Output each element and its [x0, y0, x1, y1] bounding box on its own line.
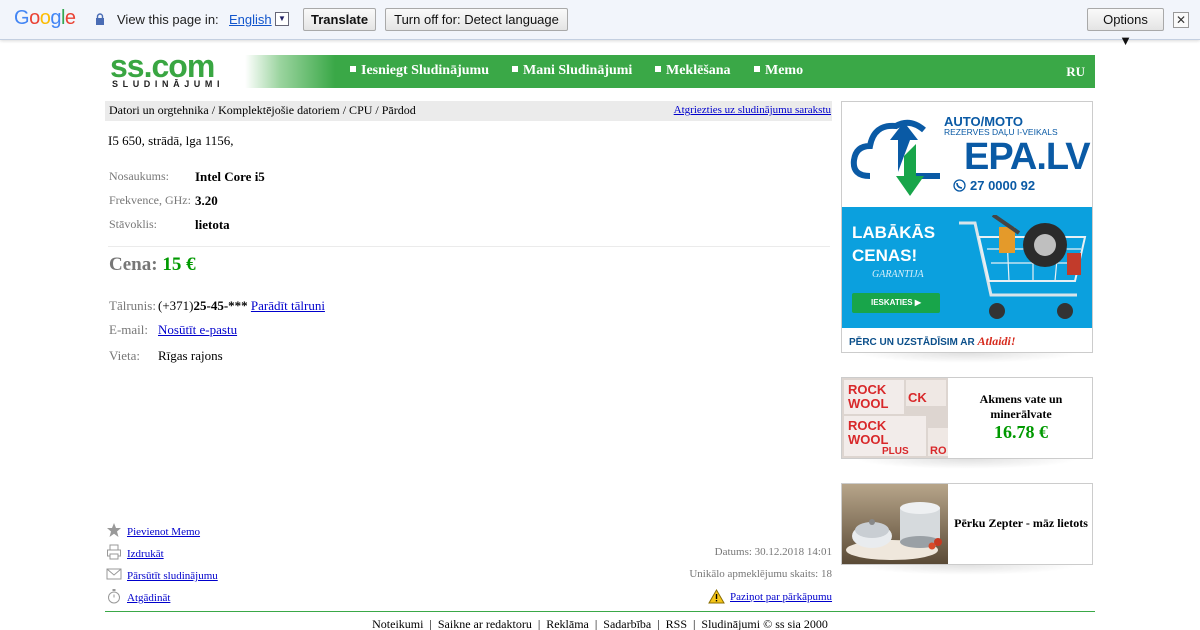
rockwool-title[interactable]: Akmens vate un minerālvate: [950, 392, 1092, 422]
view-count: Unikālo apmeklējumu skaits: 18: [689, 568, 832, 580]
rockwool-ad[interactable]: ROCK WOOL CK ROCK WOOL PLUS RO Akmens va…: [841, 377, 1093, 459]
turn-off-button[interactable]: Turn off for: Detect language: [385, 8, 568, 31]
rockwool-image: ROCK WOOL CK ROCK WOOL PLUS RO: [842, 378, 948, 458]
google-logo: Google: [14, 7, 76, 29]
ad-headline: LABĀKĀS CENAS!: [852, 223, 936, 265]
separator: [108, 246, 830, 247]
svg-text:PLUS: PLUS: [882, 446, 909, 457]
option-value: 3.20: [195, 193, 218, 208]
listing-description: I5 650, strādā, lga 1156,: [108, 133, 234, 148]
svg-text:RO: RO: [930, 445, 947, 457]
send-email-link[interactable]: Nosūtīt e-pastu: [158, 322, 237, 338]
main-menu: Iesniegt Sludinājumu Mani Sludinājumi Me…: [245, 55, 1095, 88]
show-phone-link[interactable]: Parādīt tālruni: [251, 298, 325, 313]
language-dropdown-icon[interactable]: ▼: [275, 12, 289, 26]
view-page-text: View this page in:: [117, 12, 219, 27]
option-label: Nosaukums:: [109, 169, 169, 183]
menu-my-ads[interactable]: Mani Sludinājumi: [512, 63, 632, 79]
price-value: 15 €: [162, 254, 196, 275]
ad-shadow: [855, 459, 1079, 469]
ad-shadow: [855, 565, 1079, 575]
footer-divider: [105, 611, 1095, 612]
price-label: Cena:: [109, 254, 158, 275]
close-icon[interactable]: ✕: [1173, 12, 1189, 28]
square-bullet-icon: [754, 66, 760, 73]
language-link[interactable]: English: [229, 12, 272, 27]
menu-submit-ad[interactable]: Iesniegt Sludinājumu: [350, 63, 489, 79]
site-logo[interactable]: ss.com SLUDINĀJUMI: [108, 48, 243, 92]
option-value: lietota: [195, 217, 230, 232]
price: Cena: 15 €: [109, 254, 196, 276]
star-icon: [107, 523, 121, 537]
square-bullet-icon: [512, 66, 518, 73]
cloud-arrows-logo-icon: [850, 119, 940, 196]
stopwatch-icon: [108, 589, 120, 604]
post-date: Datums: 30.12.2018 14:01: [714, 546, 832, 558]
option-value: Intel Core i5: [195, 169, 265, 184]
ad-brand: EPA.LV: [964, 136, 1091, 178]
menu-memo[interactable]: Memo: [754, 63, 803, 79]
options-button[interactable]: Options ▼: [1087, 8, 1164, 48]
language-switch-ru[interactable]: RU: [1066, 64, 1085, 80]
ad-shadow: [855, 353, 1079, 363]
svg-text:ROCK: ROCK: [848, 382, 887, 397]
phone-value: (+371)25-45-*** Parādīt tālruni: [158, 298, 325, 313]
svg-text:WOOL: WOOL: [848, 432, 888, 447]
epa-banner-ad[interactable]: AUTO/MOTO REZERVES DAĻU I-VEIKALS EPA.LV…: [841, 101, 1093, 353]
report-link[interactable]: Paziņot par pārkāpumu: [730, 591, 832, 603]
breadcrumb: Datori un orgtehnika / Komplektējošie da…: [105, 101, 832, 121]
add-memo-link[interactable]: Pievienot Memo: [127, 526, 200, 538]
remind-link[interactable]: Atgādināt: [127, 592, 170, 604]
banner-middle: LABĀKĀS CENAS! GARANTIJA IESKATIES ▶: [842, 207, 1092, 328]
printer-icon: [107, 544, 121, 560]
footer-links[interactable]: Noteikumi | Saikne ar redaktoru | Reklām…: [0, 617, 1200, 630]
zepter-ad[interactable]: Pērku Zepter - māz lietots: [841, 483, 1093, 565]
warning-icon: [708, 589, 725, 604]
banner-bottom: PĒRC UN UZSTĀDĪSIM AR Atlaidi!: [842, 328, 1092, 352]
email-label: E-mail:: [109, 322, 148, 337]
menu-search[interactable]: Meklēšana: [655, 63, 731, 79]
zepter-image: [842, 484, 948, 564]
svg-text:CK: CK: [908, 390, 927, 405]
option-label: Frekvence, GHz:: [109, 193, 191, 207]
svg-text:ROCK: ROCK: [848, 418, 887, 433]
zepter-title[interactable]: Pērku Zepter - māz lietots: [950, 516, 1092, 531]
square-bullet-icon: [655, 66, 661, 73]
phone-icon: [953, 179, 966, 192]
shopping-cart-icon: [959, 215, 1087, 319]
banner-top: AUTO/MOTO REZERVES DAĻU I-VEIKALS EPA.LV…: [842, 102, 1092, 207]
place-value: Rīgas rajons: [158, 348, 223, 363]
print-link[interactable]: Izdrukāt: [127, 548, 164, 560]
svg-text:WOOL: WOOL: [848, 396, 888, 411]
option-label: Stāvoklis:: [109, 217, 158, 231]
back-to-list-link[interactable]: Atgriezties uz sludinājumu sarakstu: [674, 104, 831, 116]
ad-view-button[interactable]: IESKATIES ▶: [852, 293, 940, 313]
translate-button[interactable]: Translate: [303, 8, 376, 31]
translate-bar: Google View this page in: English ▼ Tran…: [0, 0, 1200, 48]
lock-icon: [96, 13, 104, 25]
place-label: Vieta:: [109, 348, 140, 363]
logo-subtitle: SLUDINĀJUMI: [112, 79, 225, 89]
envelope-icon: [106, 568, 122, 580]
rockwool-price: 16.78 €: [994, 422, 1048, 442]
phone-label: Tālrunis:: [109, 298, 156, 313]
forward-link[interactable]: Pārsūtīt sludinājumu: [127, 570, 218, 582]
breadcrumb-path[interactable]: Datori un orgtehnika / Komplektējošie da…: [109, 103, 416, 118]
ad-phone: 27 0000 92: [970, 178, 1036, 193]
ad-guarantee: GARANTIJA: [872, 269, 924, 280]
square-bullet-icon: [350, 66, 356, 73]
